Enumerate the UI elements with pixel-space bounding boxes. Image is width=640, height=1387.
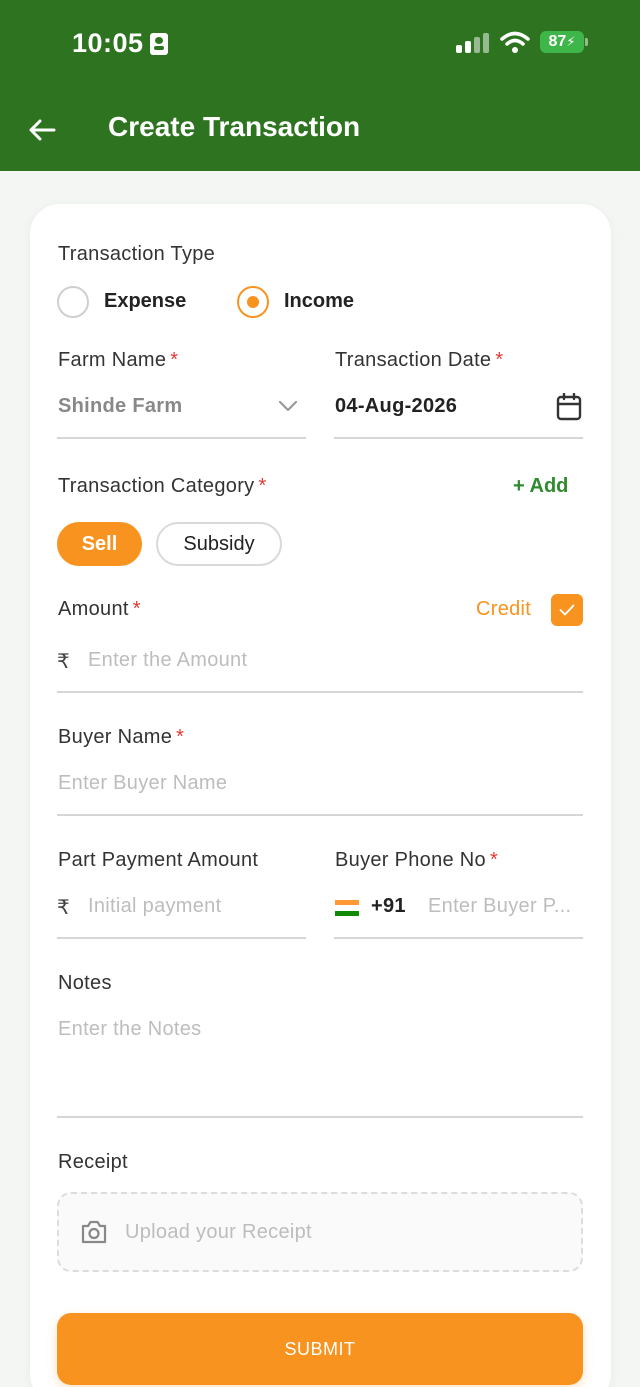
chip-sell[interactable]: Sell [57,522,142,566]
credit-checkbox[interactable] [551,594,583,626]
rupee-icon: ₹ [57,651,70,673]
radio-income-label[interactable]: Income [284,290,354,313]
radio-expense[interactable] [57,286,89,318]
arrow-left-icon [29,119,56,141]
farm-name-select[interactable]: Shinde Farm [58,395,182,418]
buyer-phone-underline [334,937,583,939]
amount-underline [57,691,583,693]
transaction-date-underline [334,437,583,439]
receipt-upload-text: Upload your Receipt [125,1221,312,1243]
amount-input[interactable]: Enter the Amount [88,649,247,672]
rupee-icon: ₹ [57,897,70,919]
part-payment-label: Part Payment Amount [58,849,259,871]
radio-expense-label[interactable]: Expense [104,290,186,313]
farm-name-underline [57,437,306,439]
notes-input[interactable]: Enter the Notes [58,1018,201,1041]
part-payment-input[interactable]: Initial payment [88,895,221,918]
buyer-phone-input[interactable]: Enter Buyer P... [428,895,583,918]
part-payment-underline [57,937,306,939]
cellular-signal-icon [456,31,490,53]
radio-income[interactable] [237,286,269,318]
buyer-name-input[interactable]: Enter Buyer Name [58,772,227,795]
notes-label: Notes [58,972,112,994]
back-button[interactable] [26,112,58,148]
buyer-name-underline [57,814,583,816]
add-category-link[interactable]: + Add [513,475,568,498]
transaction-date-field[interactable]: 04-Aug-2026 [335,395,457,418]
buyer-name-label: Buyer Name * [58,726,185,748]
status-indicators: 87 ⚡ [456,30,588,54]
credit-label: Credit [476,598,532,620]
submit-button[interactable]: SUBMIT [57,1313,583,1385]
buyer-phone-label: Buyer Phone No * [335,849,499,871]
wifi-icon [500,31,530,53]
notes-underline [57,1116,583,1118]
transaction-date-label: Transaction Date * [335,349,504,371]
india-flag-icon[interactable] [335,900,359,916]
checkmark-icon [559,604,575,616]
battery-icon: 87 ⚡ [540,31,588,53]
amount-label: Amount * [58,598,141,620]
transaction-type-label: Transaction Type [58,243,216,265]
camera-icon [81,1220,107,1244]
chip-subsidy[interactable]: Subsidy [156,522,282,566]
page-title: Create Transaction [108,111,361,142]
receipt-label: Receipt [58,1151,128,1173]
country-code[interactable]: +91 [371,895,406,918]
farm-name-label: Farm Name * [58,349,179,371]
status-time: 10:05 [72,28,168,59]
chevron-down-icon[interactable] [278,399,298,413]
calendar-icon[interactable] [556,393,582,421]
transaction-category-label: Transaction Category * [58,475,267,497]
app-header: 10:05 87 ⚡ Create Transaction [0,0,640,171]
contact-card-icon [149,32,168,55]
